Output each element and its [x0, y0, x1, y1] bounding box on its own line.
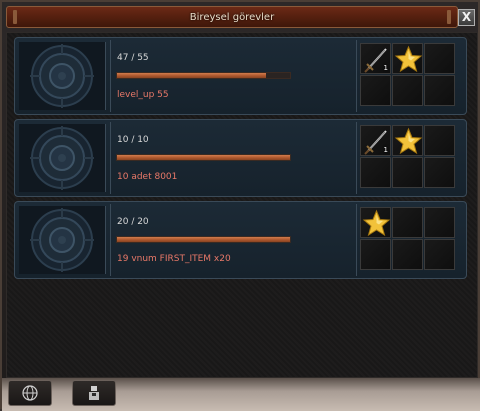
quest-info: 20 / 20 19 vnum FIRST_ITEM x20 [110, 204, 357, 276]
seal-emblem-icon [19, 206, 105, 274]
reward-slot[interactable] [392, 125, 423, 156]
quest-icon-frame [19, 206, 106, 274]
reward-slot[interactable] [392, 43, 423, 74]
star-icon [394, 127, 423, 155]
globe-icon [22, 385, 38, 401]
reward-grid: 1 [360, 43, 456, 107]
reward-slot-empty [424, 75, 455, 106]
quest-list: 47 / 55 level_up 55 1 10 / 10 10 adet 80… [6, 32, 478, 378]
reward-grid: 1 [360, 125, 456, 189]
quest-window: Bireysel görevler X 47 / 55 level_up 55 … [0, 0, 480, 411]
close-button[interactable]: X [458, 9, 475, 26]
quest-progress-track [116, 154, 291, 161]
quest-item-2[interactable]: 10 / 10 10 adet 8001 1 [14, 119, 467, 197]
reward-grid [360, 207, 456, 271]
star-icon [394, 45, 423, 73]
quest-progress-text: 10 / 10 [117, 135, 149, 145]
quest-progress-text: 47 / 55 [117, 53, 149, 63]
reward-slot[interactable]: 1 [360, 125, 391, 156]
reward-slot-empty [360, 239, 391, 270]
reward-slot-empty [392, 75, 423, 106]
quest-objective: level_up 55 [117, 90, 169, 100]
quest-progress-text: 20 / 20 [117, 217, 149, 227]
reward-slot-empty [424, 43, 455, 74]
reward-slot-empty [392, 157, 423, 188]
reward-slot-empty [424, 157, 455, 188]
reward-slot-empty [360, 157, 391, 188]
title-bar-notch-left [13, 10, 17, 24]
quest-icon-frame [19, 124, 106, 192]
tab-globe[interactable] [8, 380, 52, 406]
reward-slot-empty [424, 239, 455, 270]
reward-slot-empty [360, 75, 391, 106]
quest-progress-track [116, 72, 291, 79]
star-icon [362, 209, 391, 237]
quest-item-1[interactable]: 47 / 55 level_up 55 1 [14, 37, 467, 115]
reward-count: 1 [383, 146, 388, 154]
reward-slot[interactable]: 1 [360, 43, 391, 74]
bottom-tab-bar [2, 378, 480, 411]
reward-slot-empty [392, 239, 423, 270]
reward-slot-empty [424, 125, 455, 156]
quest-icon-frame [19, 42, 106, 110]
seal-emblem-icon [19, 42, 105, 110]
quest-info: 10 / 10 10 adet 8001 [110, 122, 357, 194]
title-bar[interactable]: Bireysel görevler [6, 6, 458, 28]
quest-progress-track [116, 236, 291, 243]
reward-slot[interactable] [360, 207, 391, 238]
tab-character[interactable] [72, 380, 116, 406]
window-title: Bireysel görevler [189, 11, 275, 23]
seal-emblem-icon [19, 124, 105, 192]
reward-count: 1 [383, 64, 388, 72]
title-bar-notch-right [447, 10, 451, 24]
character-icon [89, 386, 99, 400]
quest-info: 47 / 55 level_up 55 [110, 40, 357, 112]
reward-slot-empty [392, 207, 423, 238]
quest-objective: 19 vnum FIRST_ITEM x20 [117, 254, 231, 264]
quest-item-3[interactable]: 20 / 20 19 vnum FIRST_ITEM x20 [14, 201, 467, 279]
reward-slot-empty [424, 207, 455, 238]
quest-objective: 10 adet 8001 [117, 172, 178, 182]
